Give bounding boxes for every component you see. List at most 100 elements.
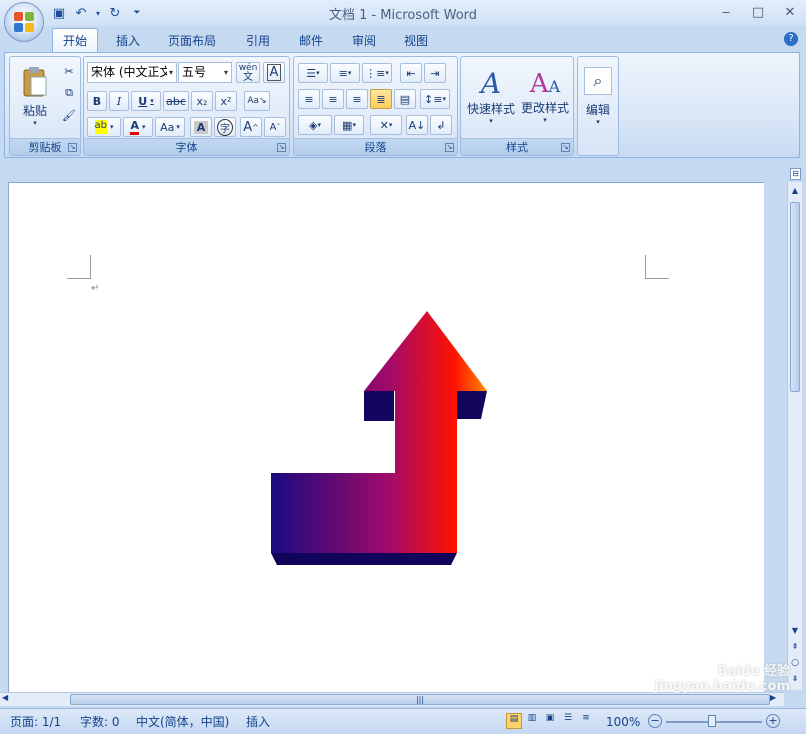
- underline-text: U: [138, 94, 148, 108]
- editing-button[interactable]: ⌕ 编辑 ▾: [581, 59, 615, 133]
- strikethrough-button[interactable]: abc: [163, 91, 189, 111]
- zoom-slider-thumb[interactable]: [708, 715, 716, 727]
- office-button[interactable]: [4, 2, 44, 42]
- save-icon[interactable]: ▣: [50, 4, 68, 22]
- ribbon-tabs: 开始 插入 页面布局 引用 邮件 审阅 视图 ?: [0, 26, 806, 52]
- document-page[interactable]: ↵: [8, 182, 764, 692]
- quick-styles-button[interactable]: A 快速样式 ▾: [465, 59, 517, 133]
- scroll-down-icon[interactable]: ▼: [788, 626, 802, 640]
- arrow-front-face: [271, 311, 487, 553]
- paste-button[interactable]: 粘贴 ▾: [16, 61, 54, 131]
- scroll-thumb[interactable]: [790, 202, 800, 392]
- minimize-button[interactable]: ‒: [716, 3, 736, 21]
- shading-button[interactable]: ◈ ▾: [298, 115, 332, 135]
- print-layout-view-icon[interactable]: ▤: [506, 713, 522, 729]
- draft-view-icon[interactable]: ≡: [578, 713, 594, 729]
- scroll-left-icon[interactable]: ◀: [2, 693, 14, 705]
- subscript-button[interactable]: x₂: [191, 91, 213, 111]
- justify-button[interactable]: ≣: [370, 89, 392, 109]
- chinese-layout-button[interactable]: ✕ ▾: [370, 115, 402, 135]
- sort-button[interactable]: A↓: [406, 115, 428, 135]
- borders-button[interactable]: ▦ ▾: [334, 115, 364, 135]
- help-icon[interactable]: ?: [784, 32, 798, 46]
- font-name-combo[interactable]: 宋体 (中文正文)▾: [87, 62, 177, 83]
- scroll-right-icon[interactable]: ▶: [770, 693, 782, 705]
- change-styles-button[interactable]: AA 更改样式 ▾: [519, 59, 571, 133]
- vertical-scrollbar[interactable]: ⊟ ▲ ▼ ⇞ ○ ⇟: [787, 168, 802, 690]
- undo-dropdown-icon[interactable]: ▾: [94, 4, 102, 22]
- grow-font-button[interactable]: A ^: [240, 117, 262, 137]
- outline-view-icon[interactable]: ☰: [560, 713, 576, 729]
- web-layout-view-icon[interactable]: ▣: [542, 713, 558, 729]
- status-language[interactable]: 中文(简体，中国): [136, 713, 229, 731]
- arrow-depth-right-wing: [457, 391, 487, 419]
- underline-button[interactable]: U ▾: [131, 91, 161, 111]
- group-editing: ⌕ 编辑 ▾: [577, 56, 619, 156]
- paragraph-group-label: 段落: [294, 138, 457, 155]
- customize-qat-icon[interactable]: ⏷: [128, 4, 146, 22]
- tab-insert[interactable]: 插入: [106, 28, 150, 52]
- ruler-toggle-icon[interactable]: ⊟: [790, 168, 801, 180]
- bullets-button[interactable]: ☰ ▾: [298, 63, 328, 83]
- font-group-label: 字体: [84, 138, 289, 155]
- font-color-button[interactable]: A ▾: [123, 117, 153, 137]
- status-page[interactable]: 页面: 1/1: [10, 713, 61, 731]
- prev-page-icon[interactable]: ⇞: [788, 642, 802, 656]
- align-right-button[interactable]: ≡: [346, 89, 368, 109]
- superscript-button[interactable]: x²: [215, 91, 237, 111]
- clear-format-button[interactable]: A: [263, 62, 285, 83]
- bold-button[interactable]: B: [87, 91, 107, 111]
- line-spacing-button[interactable]: ↕≡ ▾: [420, 89, 450, 109]
- copy-icon[interactable]: ⧉: [60, 85, 78, 101]
- maximize-button[interactable]: □: [748, 3, 768, 21]
- tab-view[interactable]: 视图: [394, 28, 438, 52]
- cut-icon[interactable]: ✂: [60, 63, 78, 79]
- horizontal-scrollbar[interactable]: ◀ ||| ▶: [0, 692, 784, 706]
- arrow-shape[interactable]: [259, 303, 499, 573]
- highlight-button[interactable]: ab ▾: [87, 117, 121, 137]
- close-button[interactable]: ✕: [780, 3, 800, 21]
- multilevel-list-button[interactable]: ⋮≡ ▾: [362, 63, 392, 83]
- arrow-depth-bottom: [271, 553, 457, 565]
- tab-home[interactable]: 开始: [52, 28, 99, 52]
- font-size-combo[interactable]: 五号 ▾: [178, 62, 232, 83]
- change-case-button[interactable]: Aa ▾: [155, 117, 185, 137]
- zoom-level[interactable]: 100%: [606, 713, 640, 731]
- italic-button[interactable]: I: [109, 91, 129, 111]
- distributed-button[interactable]: ▤: [394, 89, 416, 109]
- numbering-button[interactable]: ≡ ▾: [330, 63, 360, 83]
- shrink-font-button[interactable]: Aˇ: [264, 117, 286, 137]
- change-case-icon[interactable]: Aa↘: [244, 91, 270, 111]
- decrease-indent-button[interactable]: ⇤: [400, 63, 422, 83]
- zoom-in-icon[interactable]: +: [766, 714, 780, 728]
- browse-object-icon[interactable]: ○: [788, 658, 802, 672]
- zoom-out-icon[interactable]: −: [648, 714, 662, 728]
- font-launcher-icon[interactable]: ↘: [277, 143, 286, 152]
- full-screen-view-icon[interactable]: ▥: [524, 713, 540, 729]
- align-left-button[interactable]: ≡: [298, 89, 320, 109]
- next-page-icon[interactable]: ⇟: [788, 674, 802, 688]
- styles-launcher-icon[interactable]: ↘: [561, 143, 570, 152]
- h-scroll-thumb[interactable]: |||: [70, 694, 770, 705]
- align-center-button[interactable]: ≡: [322, 89, 344, 109]
- tab-review[interactable]: 审阅: [342, 28, 386, 52]
- undo-icon[interactable]: ↶: [72, 4, 90, 22]
- phonetic-guide-button[interactable]: wén 文: [236, 62, 260, 83]
- format-painter-icon[interactable]: 🖌: [60, 107, 78, 123]
- scroll-up-icon[interactable]: ▲: [788, 186, 802, 200]
- tab-references[interactable]: 引用: [236, 28, 280, 52]
- tab-page-layout[interactable]: 页面布局: [158, 28, 226, 52]
- char-shading-button[interactable]: A: [190, 117, 212, 137]
- paragraph-launcher-icon[interactable]: ↘: [445, 143, 454, 152]
- increase-indent-button[interactable]: ⇥: [424, 63, 446, 83]
- clipboard-launcher-icon[interactable]: ↘: [68, 143, 77, 152]
- tab-mailings[interactable]: 邮件: [289, 28, 333, 52]
- font-color-icon: A: [130, 119, 139, 135]
- status-words[interactable]: 字数: 0: [80, 713, 120, 731]
- ribbon: 粘贴 ▾ ✂ ⧉ 🖌 剪贴板 ↘ 宋体 (中文正文)▾ 五号▾ wén文 A B…: [4, 52, 800, 158]
- enclose-char-button[interactable]: 字: [214, 117, 236, 137]
- status-insert-mode[interactable]: 插入: [246, 713, 270, 731]
- editing-label: 编辑: [585, 102, 610, 117]
- redo-icon[interactable]: ↻: [106, 4, 124, 22]
- show-marks-button[interactable]: ↲: [430, 115, 452, 135]
